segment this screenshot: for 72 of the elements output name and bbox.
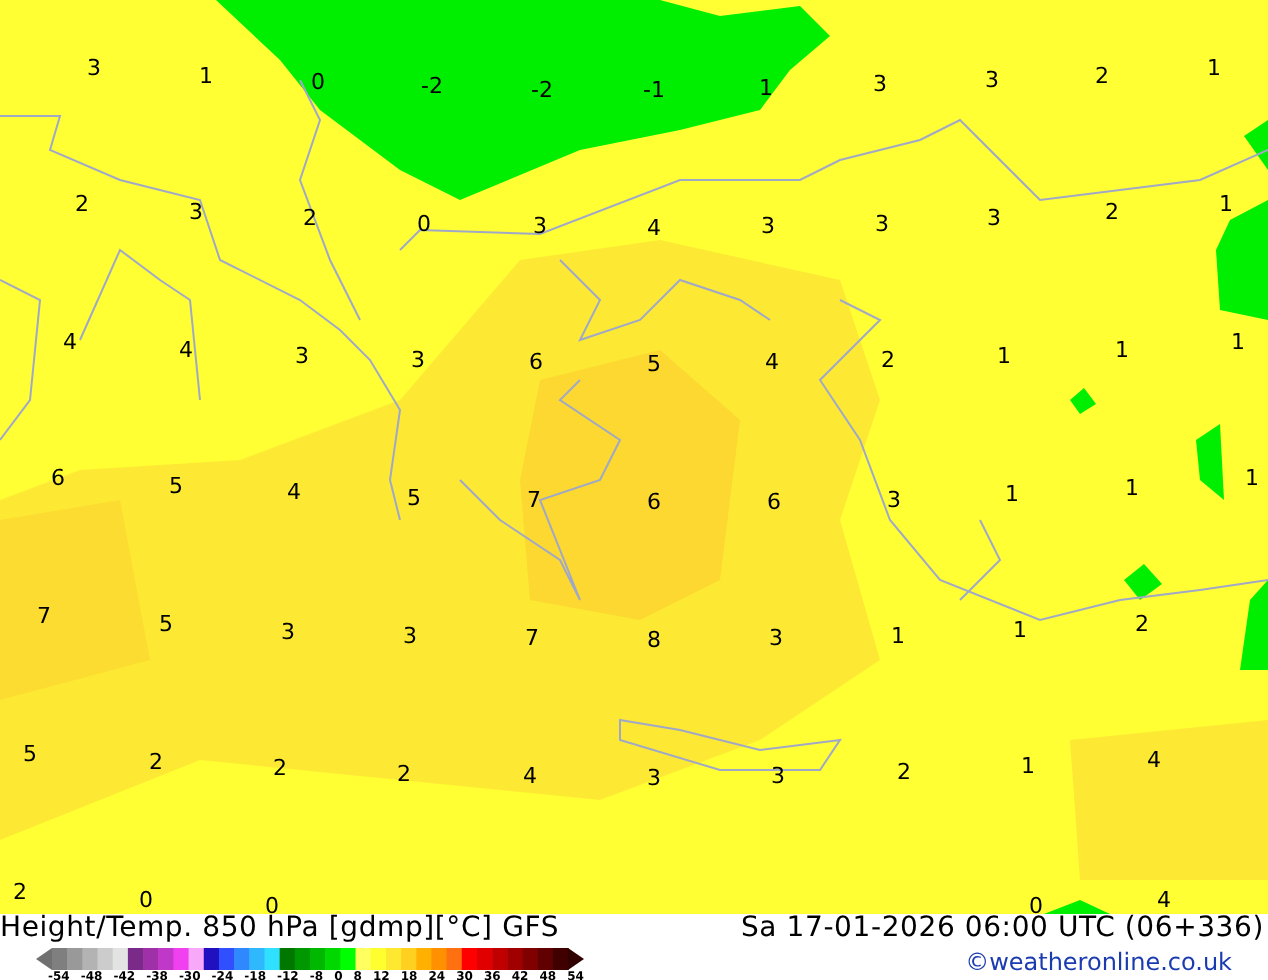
chart-title: Height/Temp. 850 hPa [gdmp][°C] GFS <box>0 914 562 944</box>
temperature-value: 5 <box>159 613 173 635</box>
temperature-value: 3 <box>875 213 889 235</box>
temperature-value: 1 <box>1231 331 1245 353</box>
temperature-value: 3 <box>533 215 547 237</box>
temperature-value: 7 <box>527 489 541 511</box>
temperature-value: 5 <box>23 743 37 765</box>
temperature-value: 1 <box>1245 467 1259 489</box>
temperature-value: 3 <box>87 57 101 79</box>
temperature-value: 3 <box>295 345 309 367</box>
temperature-value: 7 <box>37 605 51 627</box>
temperature-value: 0 <box>311 71 325 93</box>
temperature-value: 2 <box>273 757 287 779</box>
temperature-value: 1 <box>1219 193 1233 215</box>
temperature-value: 2 <box>149 751 163 773</box>
temperature-value: 2 <box>881 349 895 371</box>
temperature-value: 3 <box>189 201 203 223</box>
temperature-value: 1 <box>1115 339 1129 361</box>
temperature-value: 2 <box>13 881 27 903</box>
temperature-value: 6 <box>767 491 781 513</box>
temperature-value: 6 <box>647 491 661 513</box>
temperature-value: 4 <box>1157 889 1171 911</box>
temperature-value: 4 <box>647 217 661 239</box>
temperature-value: 4 <box>765 351 779 373</box>
temperature-value: -2 <box>421 75 443 97</box>
temperature-value: 1 <box>891 625 905 647</box>
temperature-value: 3 <box>887 489 901 511</box>
temperature-value: 3 <box>411 349 425 371</box>
temperature-value: 0 <box>1029 895 1043 914</box>
temperature-value: 3 <box>771 765 785 787</box>
temperature-value: 2 <box>75 193 89 215</box>
temperature-value: 2 <box>303 207 317 229</box>
temperature-value: 1 <box>199 65 213 87</box>
temperature-value: -2 <box>531 79 553 101</box>
temperature-value: 3 <box>403 625 417 647</box>
forecast-timestamp: Sa 17-01-2026 06:00 UTC (06+336) <box>740 914 1264 944</box>
temperature-value: 2 <box>897 761 911 783</box>
temperature-value: 6 <box>51 467 65 489</box>
temperature-value: 0 <box>417 213 431 235</box>
temperature-value: 1 <box>1013 619 1027 641</box>
temperature-value: -1 <box>643 79 665 101</box>
temperature-value: 2 <box>1095 65 1109 87</box>
temperature-value: 6 <box>529 351 543 373</box>
temperature-value: 5 <box>647 353 661 375</box>
temperature-value: 1 <box>1125 477 1139 499</box>
temperature-value: 3 <box>761 215 775 237</box>
temperature-value: 3 <box>647 767 661 789</box>
temperature-value: 3 <box>281 621 295 643</box>
temperature-value: 2 <box>1135 613 1149 635</box>
temperature-value: 1 <box>1021 755 1035 777</box>
temperature-value: 1 <box>759 77 773 99</box>
temperature-value: 0 <box>139 889 153 911</box>
temperature-value: 3 <box>985 69 999 91</box>
temperature-value: 5 <box>169 475 183 497</box>
temperature-value: 2 <box>397 763 411 785</box>
temperature-value: 4 <box>523 765 537 787</box>
temperature-value: 8 <box>647 629 661 651</box>
temperature-value: 4 <box>1147 749 1161 771</box>
temperature-value: 5 <box>407 487 421 509</box>
credit-link[interactable]: ©weatheronline.co.uk <box>965 948 1232 976</box>
temperature-value: 2 <box>1105 201 1119 223</box>
temperature-value: 3 <box>769 627 783 649</box>
temperature-value: 1 <box>1005 483 1019 505</box>
temperature-value: 4 <box>179 339 193 361</box>
temperature-value: 7 <box>525 627 539 649</box>
temperature-value: 3 <box>987 207 1001 229</box>
temperature-value: 0 <box>265 895 279 914</box>
temperature-value: 4 <box>63 331 77 353</box>
temperature-value: 4 <box>287 481 301 503</box>
temperature-value: 3 <box>873 73 887 95</box>
temperature-value: 1 <box>997 345 1011 367</box>
temperature-value: 1 <box>1207 57 1221 79</box>
